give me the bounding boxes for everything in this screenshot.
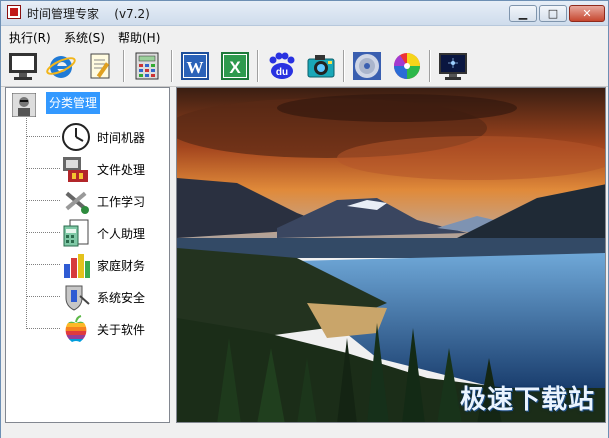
tree-item-label: 工作学习 (97, 195, 146, 209)
word-icon: W (181, 52, 209, 80)
tree-item-label: 时间机器 (97, 131, 146, 145)
maximize-icon: □ (547, 7, 559, 20)
menu-system[interactable]: 系统(S) (64, 29, 105, 46)
calculator-icon (135, 52, 159, 80)
minimize-button[interactable]: ▁ (509, 5, 537, 22)
toolbar-excel-button[interactable]: X (217, 48, 253, 84)
tree-item-label: 个人助理 (97, 227, 146, 241)
baidu-icon-text: du (276, 67, 288, 78)
word-icon-letter: W (187, 58, 204, 77)
toolbar-separator (123, 50, 125, 82)
toolbar-separator (429, 50, 431, 82)
tree-item-system-security[interactable]: 系统安全 (26, 282, 166, 312)
user-avatar-icon (11, 92, 37, 118)
tree-item-time-machine[interactable]: 时间机器 (26, 122, 166, 152)
menu-execute[interactable]: 执行(R) (9, 29, 51, 46)
tree-item-file-processing[interactable]: 文件处理 (26, 154, 166, 184)
toolbar-baidu-button[interactable]: du (263, 48, 299, 84)
watermark-text: 极速下载站 (459, 385, 595, 415)
cd-player-icon (353, 52, 381, 80)
tree-item-work-study[interactable]: 工作学习 (26, 186, 166, 216)
close-button[interactable]: ✕ (569, 5, 605, 22)
category-tree: 分类管理 时间机器 文件处理 工作学习 个人助理 家庭财务 系统安全 关于软件 (5, 87, 170, 423)
toolbar-screensaver-button[interactable] (435, 48, 471, 84)
excel-icon-letter: X (229, 58, 241, 77)
app-logo-icon (7, 5, 21, 19)
toolbar-camera-button[interactable] (303, 48, 339, 84)
tools-icon (60, 186, 92, 216)
maximize-button[interactable]: □ (539, 5, 567, 22)
close-icon: ✕ (582, 7, 592, 20)
app-window: 时间管理专家 (v7.2) ▁ □ ✕ 执行(R) 系统(S) 帮助(H) W … (0, 0, 609, 438)
excel-icon: X (221, 52, 249, 80)
bar-chart-icon (60, 250, 92, 280)
color-wheel-icon (393, 53, 420, 79)
title-bar[interactable]: 时间管理专家 (v7.2) ▁ □ ✕ (1, 1, 608, 26)
toolbar-notepad-button[interactable] (83, 48, 119, 84)
tree-root-label[interactable]: 分类管理 (46, 92, 100, 114)
notepad-icon (90, 53, 110, 79)
apple-icon (60, 314, 92, 344)
tree-item-label: 系统安全 (97, 291, 146, 305)
camera-icon (307, 55, 335, 78)
menu-bar: 执行(R) 系统(S) 帮助(H) (1, 26, 608, 46)
toolbar-calculator-button[interactable] (129, 48, 165, 84)
toolbar-separator (171, 50, 173, 82)
tree-item-label: 关于软件 (97, 323, 146, 337)
tree-item-about[interactable]: 关于软件 (26, 314, 166, 344)
minimize-icon: ▁ (518, 7, 528, 20)
monitor-icon (9, 53, 37, 80)
file-processing-icon (60, 154, 92, 184)
toolbar-cd-button[interactable] (349, 48, 385, 84)
tree-item-home-finance[interactable]: 家庭财务 (26, 250, 166, 280)
toolbar-separator (343, 50, 345, 82)
menu-help[interactable]: 帮助(H) (118, 29, 160, 46)
status-bar (1, 425, 608, 438)
toolbar-ie-button[interactable] (43, 48, 79, 84)
tree-item-label: 家庭财务 (97, 259, 146, 273)
shield-icon (60, 282, 92, 312)
toolbar: W X du (1, 46, 608, 87)
tree-item-label: 文件处理 (97, 163, 146, 177)
landscape-image: 极速下载站 (176, 87, 606, 423)
clock-icon (60, 122, 92, 152)
toolbar-monitor-button[interactable] (5, 48, 41, 84)
internet-explorer-icon (46, 56, 76, 78)
tree-item-personal-assistant[interactable]: 个人助理 (26, 218, 166, 248)
calculator-notepad-icon (60, 218, 92, 248)
screensaver-icon (439, 53, 467, 80)
toolbar-word-button[interactable]: W (177, 48, 213, 84)
toolbar-color-button[interactable] (389, 48, 425, 84)
baidu-icon: du (269, 52, 295, 79)
toolbar-separator (257, 50, 259, 82)
window-title: 时间管理专家 (v7.2) (27, 7, 150, 21)
